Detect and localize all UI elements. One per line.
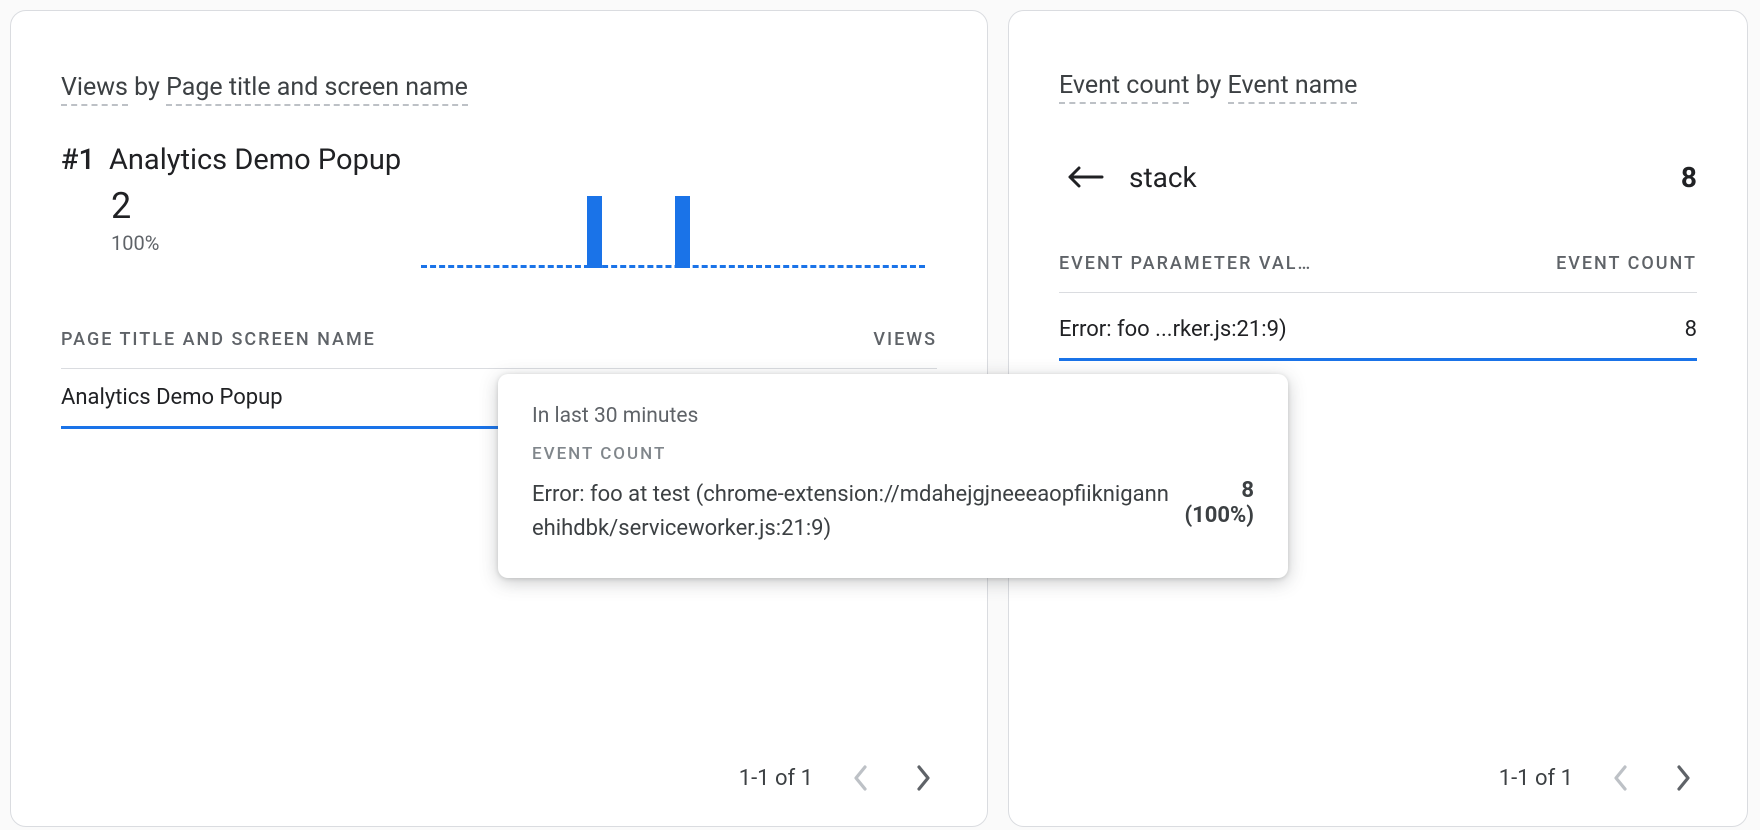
pagination-range: 1-1 of 1 — [1499, 766, 1573, 791]
next-page-button[interactable] — [1663, 758, 1703, 798]
hover-tooltip: In last 30 minutes EVENT COUNT Error: fo… — [498, 374, 1288, 578]
tooltip-metric: 8 (100%) — [1184, 478, 1254, 546]
back-button[interactable] — [1059, 151, 1111, 203]
chevron-right-icon — [915, 765, 931, 791]
card-title-dimension[interactable]: Page title and screen name — [166, 73, 468, 106]
prev-page-button[interactable] — [841, 758, 881, 798]
sparkline-baseline — [421, 265, 925, 268]
card-title-by: by — [128, 73, 166, 102]
top-item-name: Analytics Demo Popup — [109, 143, 401, 177]
tooltip-value: 8 — [1184, 478, 1254, 503]
pagination: 1-1 of 1 — [1499, 758, 1703, 798]
table-row-dimension: Analytics Demo Popup — [61, 385, 283, 410]
tooltip-message: Error: foo at test (chrome-extension://m… — [532, 478, 1184, 546]
card-title: Event count by Event name — [1059, 71, 1357, 100]
table-header-dimension: PAGE TITLE AND SCREEN NAME — [61, 329, 376, 350]
pagination-range: 1-1 of 1 — [739, 766, 813, 791]
table-header-metric: EVENT COUNT — [1556, 253, 1697, 274]
chevron-right-icon — [1675, 765, 1691, 791]
chevron-left-icon — [1613, 765, 1629, 791]
top-item: #1 Analytics Demo Popup — [61, 143, 401, 177]
sparkline-bar — [675, 196, 690, 268]
card-title-by: by — [1189, 71, 1227, 100]
card-title-metric[interactable]: Views — [61, 73, 128, 106]
prev-page-button[interactable] — [1601, 758, 1641, 798]
table-header-dimension: EVENT PARAMETER VAL… — [1059, 253, 1312, 274]
tooltip-percent: (100%) — [1184, 503, 1254, 528]
top-item-value: 2 — [111, 185, 131, 227]
card-title-metric[interactable]: Event count — [1059, 71, 1189, 104]
sparkline-bar — [587, 196, 602, 268]
card-title: Views by Page title and screen name — [61, 73, 468, 102]
table-header: EVENT PARAMETER VAL… EVENT COUNT — [1059, 253, 1697, 293]
chevron-left-icon — [853, 765, 869, 791]
drilldown-label: stack — [1129, 161, 1681, 194]
table-header-metric: VIEWS — [873, 329, 937, 350]
arrow-left-icon — [1066, 166, 1104, 188]
drilldown-header: stack 8 — [1059, 151, 1697, 203]
table-row[interactable]: Error: foo ...rker.js:21:9) 8 — [1059, 299, 1697, 361]
top-item-rank: #1 — [61, 143, 95, 177]
drilldown-value: 8 — [1681, 161, 1697, 194]
sparkline-chart — [421, 191, 925, 271]
table-row-dimension: Error: foo ...rker.js:21:9) — [1059, 317, 1287, 342]
tooltip-time-label: In last 30 minutes — [532, 404, 1254, 428]
tooltip-caption: EVENT COUNT — [532, 444, 1254, 464]
table-row-metric: 8 — [1685, 317, 1697, 342]
next-page-button[interactable] — [903, 758, 943, 798]
top-item-percent: 100% — [111, 231, 159, 255]
pagination: 1-1 of 1 — [739, 758, 943, 798]
table-header: PAGE TITLE AND SCREEN NAME VIEWS — [61, 329, 937, 369]
card-title-dimension[interactable]: Event name — [1228, 71, 1358, 104]
